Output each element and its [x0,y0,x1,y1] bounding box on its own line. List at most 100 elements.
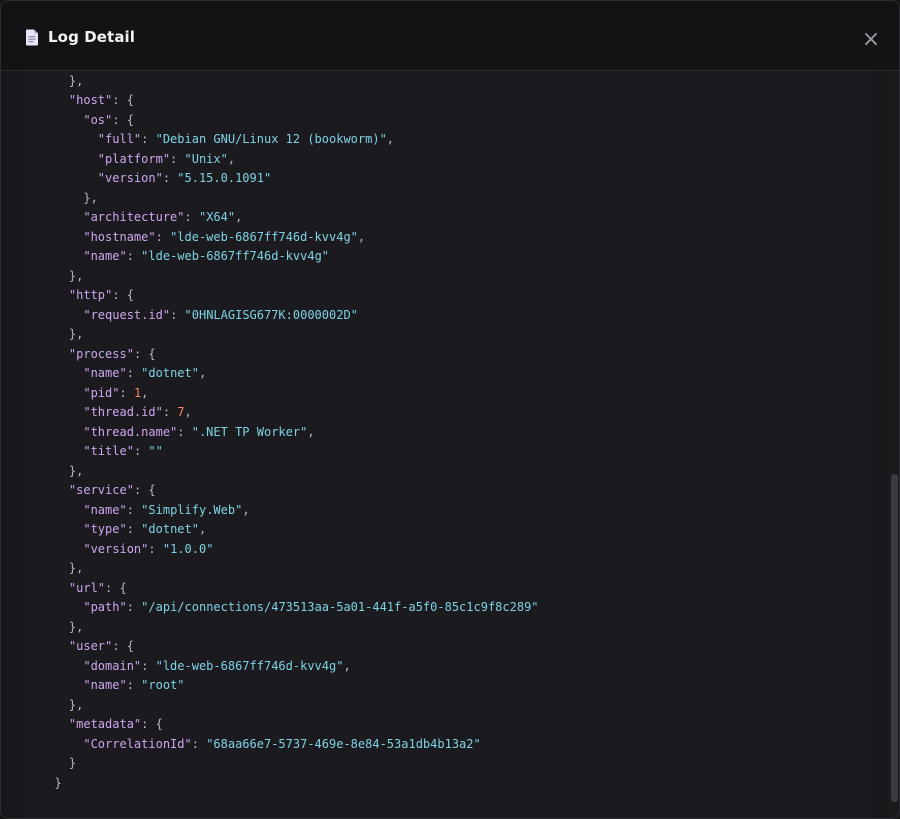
code-token: }, [40,327,84,341]
code-token: "1.0.0" [162,541,214,556]
code-token: "platform" [97,151,171,166]
code-line: }, [40,267,539,287]
code-token: "name" [83,502,127,517]
code-line: }, [40,189,539,209]
code-token: }, [40,619,84,634]
code-token: "" [148,444,163,458]
code-token: "name" [83,678,127,692]
code-token: }, [40,463,84,478]
code-token: "lde-web-6867ff746d-kvv4g" [141,249,330,263]
code-token: "0HNLAGISG677K:0000002D" [184,307,358,322]
code-token: "lde-web-6867ff746d-kvv4g" [155,658,344,673]
code-token: : [141,658,156,673]
code-token: : [191,736,207,751]
code-token: : [177,424,192,439]
code-token: , [141,385,149,400]
code-token: "user" [68,639,113,653]
code-token: "5.15.0.1091" [177,171,272,185]
code-token: , [184,405,192,419]
code-line: }, [40,325,539,345]
code-token: "process" [68,346,134,361]
code-token: , [386,132,395,146]
code-token: "dotnet" [141,522,199,536]
scrollbar-thumb[interactable] [891,474,898,802]
code-line: "type": "dotnet", [40,520,539,540]
code-token: "service" [68,483,134,497]
code-token: "name" [83,366,127,380]
code-token: : [126,502,142,517]
code-line: "process": { [40,345,539,365]
code-token: "/api/connections/473513aa-5a01-441f-a5f… [141,600,539,614]
code-token: ".NET TP Worker" [191,424,308,439]
code-token: "CorrelationId" [83,736,192,751]
code-token: : [126,366,142,380]
code-token: , [357,229,366,244]
code-token: : [126,249,142,263]
code-token: , [235,210,243,224]
log-detail-dialog: Log Detail × "timezone": "Coordinated Un… [0,0,900,819]
code-line: "http": { [40,286,539,306]
code-line: "path": "/api/connections/473513aa-5a01-… [40,598,539,618]
code-token: : [162,171,178,185]
code-token: }, [40,73,84,88]
code-line: "CorrelationId": "68aa66e7-5737-469e-8e8… [40,735,539,755]
code-line: "url": { [40,579,539,599]
code-token: : [141,132,156,146]
code-token: "full" [97,132,142,146]
code-token: "http" [68,288,113,302]
code-token: } [40,756,77,770]
code-token: "os" [83,112,113,127]
code-line: } [40,774,539,794]
code-token: 7 [177,405,185,419]
code-token: "68aa66e7-5737-469e-8e84-53a1db4b13a2" [206,736,481,751]
code-token: , [198,366,207,380]
json-code: "timezone": "Coordinated Universal Time"… [40,71,539,794]
code-token: }, [40,561,84,575]
code-line: "metadata": { [40,715,539,735]
code-line: "version": "1.0.0" [40,540,539,560]
code-line: "name": "Simplify.Web", [40,501,539,521]
code-token: : { [133,346,156,361]
code-line: "name": "root" [40,676,539,696]
code-token: : { [112,639,134,653]
code-token: : { [112,93,134,107]
code-token: : [162,405,178,419]
code-line: "thread.id": 7, [40,403,539,423]
code-line: }, [40,462,539,482]
code-token: "metadata" [68,717,142,731]
code-token: , [242,502,250,517]
code-line: "architecture": "X64", [40,208,539,228]
code-token: "request.id" [83,307,171,322]
code-token: : [155,229,171,244]
code-token: }, [40,268,84,283]
dialog-title: Log Detail [48,28,136,46]
code-token: "architecture" [83,210,185,224]
code-line: "host": { [40,91,539,111]
code-token: : [126,522,142,536]
code-token: : { [141,717,163,731]
code-line: } [40,754,539,774]
code-token: "X64" [198,210,236,224]
code-line: "version": "5.15.0.1091" [40,169,539,189]
code-token: : [126,678,142,692]
dialog-body: "timezone": "Coordinated Universal Time"… [1,71,899,818]
code-token: : [126,600,142,614]
close-icon[interactable]: × [859,28,883,52]
code-line: }, [40,559,539,579]
